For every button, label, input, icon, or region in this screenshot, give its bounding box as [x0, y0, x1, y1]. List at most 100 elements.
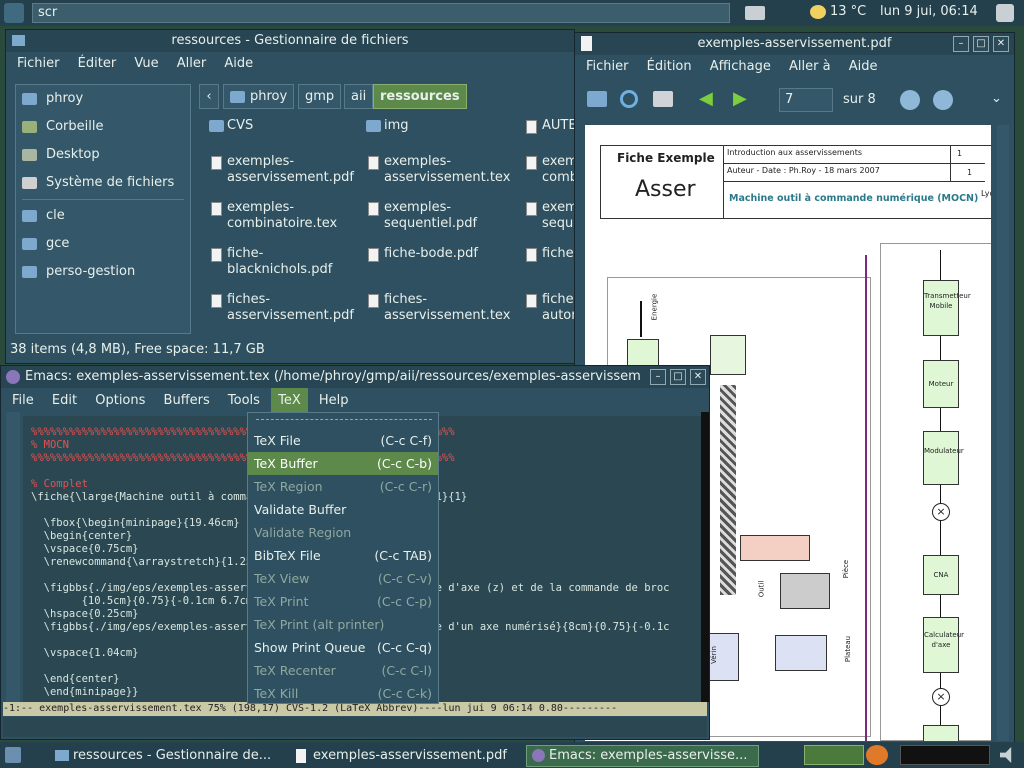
volume-icon[interactable]: [1000, 747, 1012, 763]
menu-vue[interactable]: Vue: [127, 52, 165, 76]
app-menu-icon[interactable]: [4, 3, 24, 23]
file-name-line: CVS: [227, 118, 254, 133]
menu-aide[interactable]: Aide: [217, 52, 260, 76]
back-button[interactable]: ‹: [199, 84, 219, 109]
menu-affichage[interactable]: Affichage: [703, 55, 778, 79]
logout-icon[interactable]: [996, 4, 1014, 22]
run-command-input[interactable]: scr: [32, 3, 730, 23]
menu-tex[interactable]: TeX: [271, 388, 308, 414]
menu-help[interactable]: Help: [312, 388, 356, 414]
menu-tools[interactable]: Tools: [221, 388, 267, 414]
print-icon[interactable]: [653, 91, 673, 107]
folder-icon: [22, 266, 37, 278]
sidebar-item-perso-gestion[interactable]: perso-gestion: [16, 258, 190, 286]
file-item[interactable]: exemples-asservissement.tex: [364, 154, 514, 186]
doc-author: Auteur - Date : Ph.Roy - 18 mars 2007: [727, 166, 880, 175]
previous-page-icon[interactable]: ◀: [699, 90, 713, 108]
tex-menu-item[interactable]: TeX Buffer (C-c C-b): [248, 452, 438, 475]
menu-file[interactable]: File: [5, 388, 41, 414]
sidebar-item-filesystem[interactable]: Système de fichiers: [16, 169, 190, 197]
crumb-phroy[interactable]: phroy: [223, 84, 295, 109]
chevron-down-icon[interactable]: ⌄: [991, 91, 1002, 106]
pdf-scrollbar[interactable]: [997, 125, 1009, 741]
task-pdf-viewer[interactable]: exemples-asservissement.pdf: [290, 745, 515, 767]
plateau-label: Plateau: [844, 635, 853, 663]
menu-fichier[interactable]: Fichier: [10, 52, 67, 76]
menu-aller[interactable]: Aller à: [782, 55, 838, 79]
menu-icon[interactable]: [5, 747, 21, 763]
file-name-line: asservissement.tex: [384, 170, 511, 185]
workspace-switcher[interactable]: [804, 745, 864, 765]
firefox-icon[interactable]: [866, 745, 888, 765]
desktop-icon: [22, 149, 37, 161]
zoom-in-icon[interactable]: [900, 90, 920, 110]
reload-icon[interactable]: [620, 90, 638, 108]
menu-edit[interactable]: Edit: [45, 388, 84, 414]
menu-aller[interactable]: Aller: [170, 52, 213, 76]
drive-icon[interactable]: [745, 6, 765, 20]
menu-buffers[interactable]: Buffers: [157, 388, 217, 414]
tex-menu-item[interactable]: Validate Buffer: [248, 498, 438, 521]
zoom-out-icon[interactable]: [933, 90, 953, 110]
tex-menu-item[interactable]: TeX Region (C-c C-r): [248, 475, 438, 498]
menu-item-label: TeX Region: [254, 479, 323, 494]
sidebar-item-desktop[interactable]: Desktop: [16, 141, 190, 169]
file-item[interactable]: exemples-asservissement.pdf: [207, 154, 357, 186]
tex-menu-item[interactable]: BibTeX File (C-c TAB): [248, 544, 438, 567]
menu-fichier[interactable]: Fichier: [579, 55, 636, 79]
maximize-button[interactable]: □: [670, 369, 686, 385]
task-file-manager[interactable]: ressources - Gestionnaire de...: [50, 745, 275, 767]
tex-menu-item[interactable]: Validate Region: [248, 521, 438, 544]
tex-menu-item[interactable]: TeX Print (alt printer): [248, 613, 438, 636]
crumb-ressources[interactable]: ressources: [373, 84, 467, 109]
file-item[interactable]: fiche-bode.pdf: [364, 246, 514, 262]
file-name-line: asservissement.pdf: [227, 308, 354, 323]
tex-menu-item[interactable]: TeX Kill (C-c C-k): [248, 682, 438, 705]
minimize-button[interactable]: –: [650, 369, 666, 385]
tex-menu-item[interactable]: TeX View (C-c C-v): [248, 567, 438, 590]
open-icon[interactable]: [587, 91, 607, 107]
file-manager-titlebar[interactable]: ressources - Gestionnaire de fichiers: [6, 30, 574, 52]
menu-aide[interactable]: Aide: [842, 55, 885, 79]
minimize-button[interactable]: –: [953, 36, 969, 52]
tex-menu-item[interactable]: Show Print Queue (C-c C-q): [248, 636, 438, 659]
crumb-aii[interactable]: aii: [344, 84, 374, 109]
file-item[interactable]: fiche-blacknichols.pdf: [207, 246, 357, 278]
task-emacs[interactable]: Emacs: exemples-asservisse...: [526, 745, 759, 767]
emacs-titlebar[interactable]: Emacs: exemples-asservissement.tex (/hom…: [1, 366, 709, 388]
emacs-right-scrollbar[interactable]: [701, 412, 709, 702]
file-icon: [526, 120, 537, 134]
close-button[interactable]: ✕: [993, 36, 1009, 52]
tex-menu-item[interactable]: TeX Print (C-c C-p): [248, 590, 438, 613]
close-button[interactable]: ✕: [690, 369, 706, 385]
folder-item[interactable]: CVS: [207, 118, 357, 134]
menu-item-shortcut: (C-c C-v): [377, 571, 432, 586]
minibuffer[interactable]: [3, 717, 707, 737]
sidebar: phroy Corbeille Desktop Système de fichi…: [15, 84, 191, 334]
file-item[interactable]: exemples-combinatoire.tex: [207, 200, 357, 232]
file-item[interactable]: fiches-asservissement.tex: [364, 292, 514, 324]
crumb-gmp[interactable]: gmp: [298, 84, 342, 109]
sidebar-item-cle[interactable]: cle: [16, 202, 190, 230]
tex-menu-item[interactable]: TeX Recenter (C-c C-l): [248, 659, 438, 682]
sidebar-item-trash[interactable]: Corbeille: [16, 113, 190, 141]
next-page-icon[interactable]: ▶: [733, 90, 747, 108]
sidebar-item-gce[interactable]: gce: [16, 230, 190, 258]
box-moteur: Moteur: [923, 360, 959, 408]
pdf-titlebar[interactable]: exemples-asservissement.pdf – □ ✕: [575, 33, 1014, 55]
menu-edition[interactable]: Édition: [640, 55, 699, 79]
menu-options[interactable]: Options: [88, 388, 152, 414]
file-item[interactable]: fiches-asservissement.pdf: [207, 292, 357, 324]
tex-menu-item[interactable]: TeX File (C-c C-f): [248, 429, 438, 452]
spindle-head: [710, 335, 746, 375]
menu-editer[interactable]: Éditer: [71, 52, 124, 76]
emacs-scrollbar[interactable]: [6, 412, 20, 702]
page-number-input[interactable]: 7: [779, 88, 833, 112]
clock[interactable]: lun 9 jui, 06:14: [880, 4, 978, 19]
menu-tearoff[interactable]: [256, 419, 432, 420]
weather-icon: [810, 5, 826, 19]
sidebar-item-phroy[interactable]: phroy: [16, 85, 190, 113]
folder-item[interactable]: img: [364, 118, 514, 134]
maximize-button[interactable]: □: [973, 36, 989, 52]
file-item[interactable]: exemples-sequentiel.pdf: [364, 200, 514, 232]
